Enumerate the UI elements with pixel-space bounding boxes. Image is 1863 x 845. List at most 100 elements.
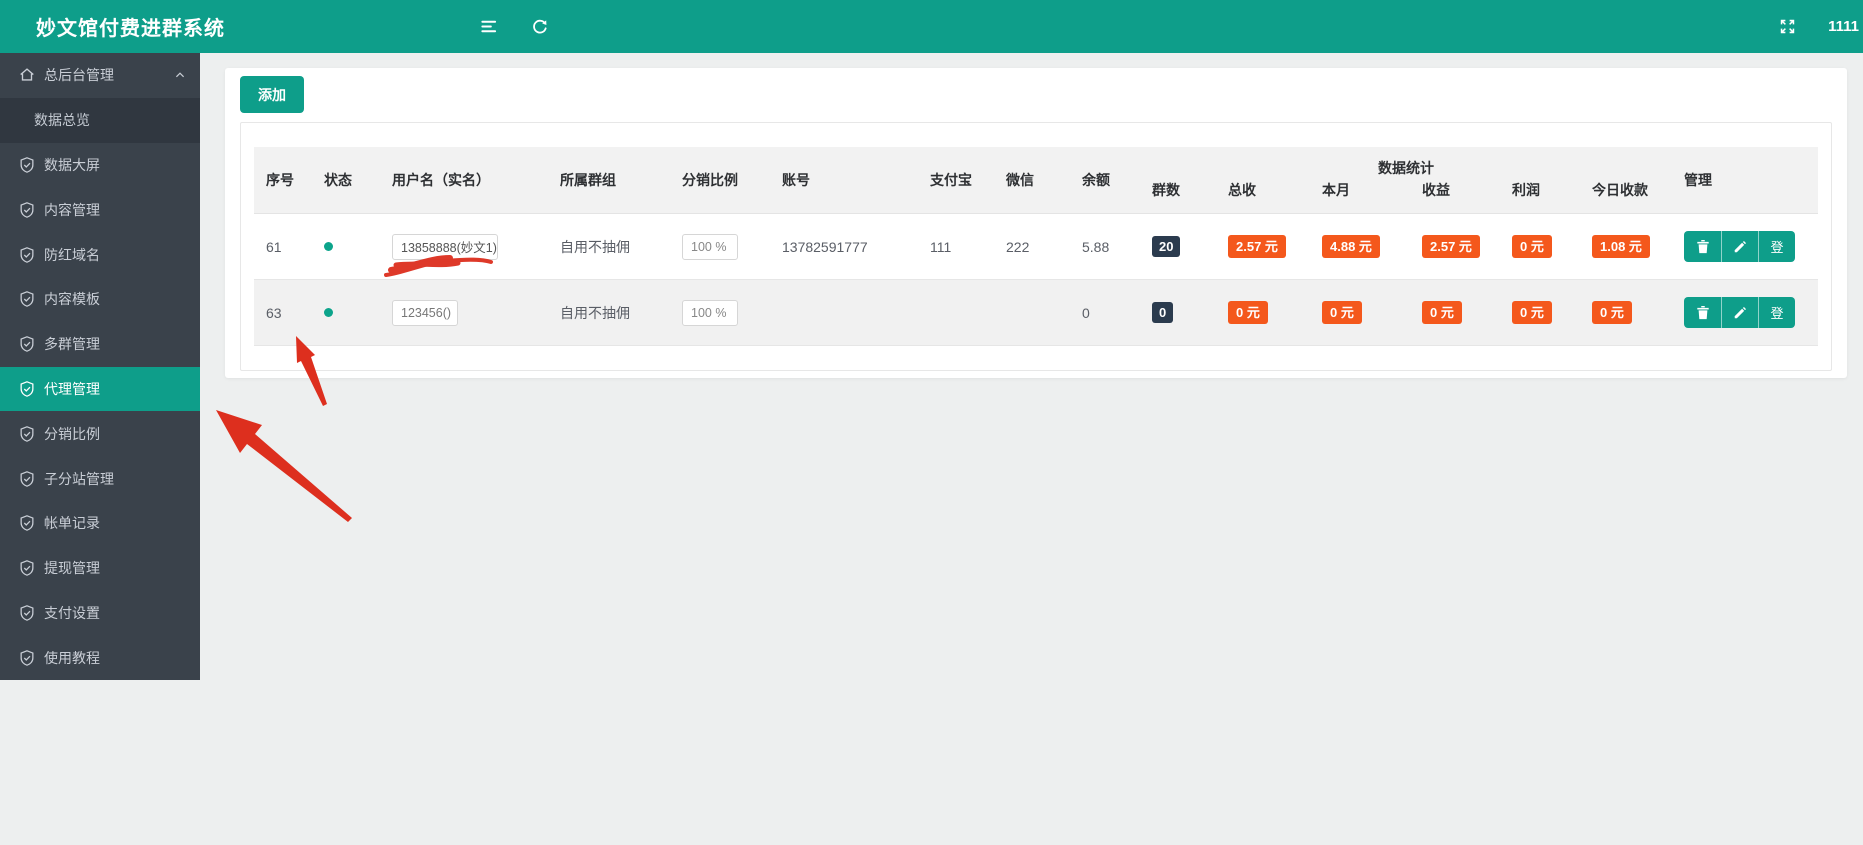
col-header-month: 本月 bbox=[1322, 182, 1350, 198]
status-dot bbox=[324, 308, 333, 317]
sidebar-item-agent-mgmt[interactable]: 代理管理 bbox=[0, 366, 200, 412]
total-badge: 0 元 bbox=[1228, 300, 1268, 325]
shield-check-icon bbox=[20, 470, 34, 487]
pencil-icon bbox=[1734, 240, 1747, 252]
sidebar-item-label: 内容模板 bbox=[44, 291, 100, 308]
sidebar-nav: 总后台管理 数据总览 数据大屏 内容管理 防红域名 内容模板 多群管理 代理管理… bbox=[0, 53, 200, 680]
col-header-balance: 余额 bbox=[1082, 172, 1110, 188]
col-header-group: 所属群组 bbox=[560, 172, 616, 188]
col-header-account: 账号 bbox=[782, 172, 810, 188]
cell-balance: 5.88 bbox=[1082, 238, 1110, 255]
sidebar-item-payment-settings[interactable]: 支付设置 bbox=[0, 591, 200, 636]
username-input[interactable]: 123456() bbox=[392, 299, 458, 326]
header-username[interactable]: 1111 bbox=[1826, 0, 1861, 53]
cell-manage: 登 bbox=[1672, 231, 1795, 262]
pencil-icon bbox=[1734, 306, 1747, 318]
sidebar-item-withdraw-mgmt[interactable]: 提现管理 bbox=[0, 546, 200, 591]
sidebar-item-distribution-ratio[interactable]: 分销比例 bbox=[0, 411, 200, 456]
action-button-group: 登 bbox=[1684, 297, 1795, 328]
sidebar-item-label: 内容管理 bbox=[44, 201, 100, 218]
profit-badge: 0 元 bbox=[1512, 300, 1552, 325]
cell-balance: 0 bbox=[1082, 304, 1090, 321]
sidebar-item-multi-group[interactable]: 多群管理 bbox=[0, 322, 200, 367]
shield-check-icon bbox=[20, 246, 34, 263]
table-header-row: 序号 状态 用户名（实名） 所属群组 分销比例 账号 支付宝 微信 余额 数据统… bbox=[254, 147, 1818, 214]
sidebar-item-substation-mgmt[interactable]: 子分站管理 bbox=[0, 456, 200, 501]
sidebar-item-content-template[interactable]: 内容模板 bbox=[0, 277, 200, 322]
shield-check-icon bbox=[20, 605, 34, 621]
ratio-input[interactable]: 100 % bbox=[682, 233, 738, 260]
refresh-icon[interactable] bbox=[522, 0, 558, 53]
sidebar-item-label: 代理管理 bbox=[44, 380, 100, 397]
cell-status bbox=[312, 242, 380, 251]
cell-profit: 0 元 bbox=[1500, 234, 1580, 259]
menu-fold-icon[interactable] bbox=[470, 0, 506, 53]
status-dot bbox=[324, 242, 333, 251]
sidebar-item-label: 分销比例 bbox=[44, 425, 100, 442]
income-badge: 2.57 元 bbox=[1422, 234, 1480, 259]
col-header-username: 用户名（实名） bbox=[392, 172, 490, 188]
sidebar-item-label: 支付设置 bbox=[44, 604, 100, 621]
app-header: 妙文馆付费进群系统 1111 bbox=[0, 0, 1863, 53]
sidebar-item-main-admin[interactable]: 总后台管理 bbox=[0, 53, 200, 98]
sidebar-item-data-screen[interactable]: 数据大屏 bbox=[0, 143, 200, 188]
col-header-ratio: 分销比例 bbox=[682, 172, 738, 188]
col-header-today: 今日收款 bbox=[1592, 182, 1648, 198]
cell-manage: 登 bbox=[1672, 297, 1795, 328]
income-badge: 0 元 bbox=[1422, 300, 1462, 325]
col-header-profit: 利润 bbox=[1512, 182, 1540, 198]
stats-group-header: 数据统计 群数 总收 本月 收益 利润 今日收款 bbox=[1140, 147, 1672, 213]
cell-total: 0 元 bbox=[1216, 300, 1310, 325]
cell-income: 0 元 bbox=[1410, 300, 1500, 325]
sidebar-item-antired-domain[interactable]: 防红域名 bbox=[0, 232, 200, 277]
today-badge: 1.08 元 bbox=[1592, 234, 1650, 259]
delete-button[interactable] bbox=[1684, 297, 1721, 328]
trash-icon bbox=[1696, 239, 1709, 254]
col-header-manage: 管理 bbox=[1684, 172, 1712, 188]
main-content-panel: 添加 序号 状态 用户名（实名） 所属群组 分销比例 账号 支付宝 微信 余额 … bbox=[225, 68, 1847, 378]
cell-ratio: 100 % bbox=[670, 299, 770, 326]
col-header-income: 收益 bbox=[1422, 182, 1450, 198]
add-button[interactable]: 添加 bbox=[240, 76, 304, 113]
cell-group: 自用不抽佣 bbox=[560, 238, 630, 255]
groups-badge: 0 bbox=[1152, 301, 1174, 324]
sidebar-item-label: 多群管理 bbox=[44, 336, 100, 353]
col-header-alipay: 支付宝 bbox=[930, 172, 972, 188]
today-badge: 0 元 bbox=[1592, 300, 1632, 325]
cell-groups: 0 bbox=[1140, 301, 1216, 324]
shield-check-icon bbox=[20, 201, 34, 218]
shield-check-icon bbox=[20, 560, 34, 577]
cell-ratio: 100 % bbox=[670, 233, 770, 260]
table-row-61: 61 13858888(妙文1) 自用不抽佣 100 % 13782591777… bbox=[254, 214, 1818, 280]
ratio-input[interactable]: 100 % bbox=[682, 299, 738, 326]
sidebar-item-label: 子分站管理 bbox=[44, 470, 114, 487]
cell-profit: 0 元 bbox=[1500, 300, 1580, 325]
home-icon bbox=[20, 68, 34, 82]
sidebar-item-label: 防红域名 bbox=[44, 246, 100, 263]
sidebar-item-tutorial[interactable]: 使用教程 bbox=[0, 635, 200, 680]
delete-button[interactable] bbox=[1684, 231, 1721, 262]
edit-button[interactable] bbox=[1721, 297, 1758, 328]
shield-check-icon bbox=[20, 381, 34, 397]
cell-seq: 61 bbox=[266, 238, 282, 255]
cell-group: 自用不抽佣 bbox=[560, 304, 630, 321]
sidebar-item-data-overview[interactable]: 数据总览 bbox=[0, 97, 200, 143]
annotation-arrow-to-sidebar-agent bbox=[216, 410, 352, 522]
cell-today: 0 元 bbox=[1580, 300, 1672, 325]
login-as-button[interactable]: 登 bbox=[1758, 297, 1795, 328]
fullscreen-icon[interactable] bbox=[1769, 0, 1805, 53]
col-header-total: 总收 bbox=[1228, 182, 1256, 198]
cell-alipay: 111 bbox=[930, 238, 952, 255]
edit-button[interactable] bbox=[1721, 231, 1758, 262]
table-row-63: 63 123456() 自用不抽佣 100 % 0 0 0 元 0 元 0 元 … bbox=[254, 280, 1818, 346]
app-title: 妙文馆付费进群系统 bbox=[36, 18, 225, 40]
cell-total: 2.57 元 bbox=[1216, 234, 1310, 259]
login-as-button[interactable]: 登 bbox=[1758, 231, 1795, 262]
cell-income: 2.57 元 bbox=[1410, 234, 1500, 259]
action-button-group: 登 bbox=[1684, 231, 1795, 262]
stats-group-title: 数据统计 bbox=[1378, 160, 1434, 176]
sidebar-item-content-mgmt[interactable]: 内容管理 bbox=[0, 187, 200, 232]
chevron-up-icon bbox=[175, 72, 185, 78]
sidebar-item-bill-records[interactable]: 帐单记录 bbox=[0, 501, 200, 546]
username-input[interactable]: 13858888(妙文1) bbox=[392, 233, 498, 260]
